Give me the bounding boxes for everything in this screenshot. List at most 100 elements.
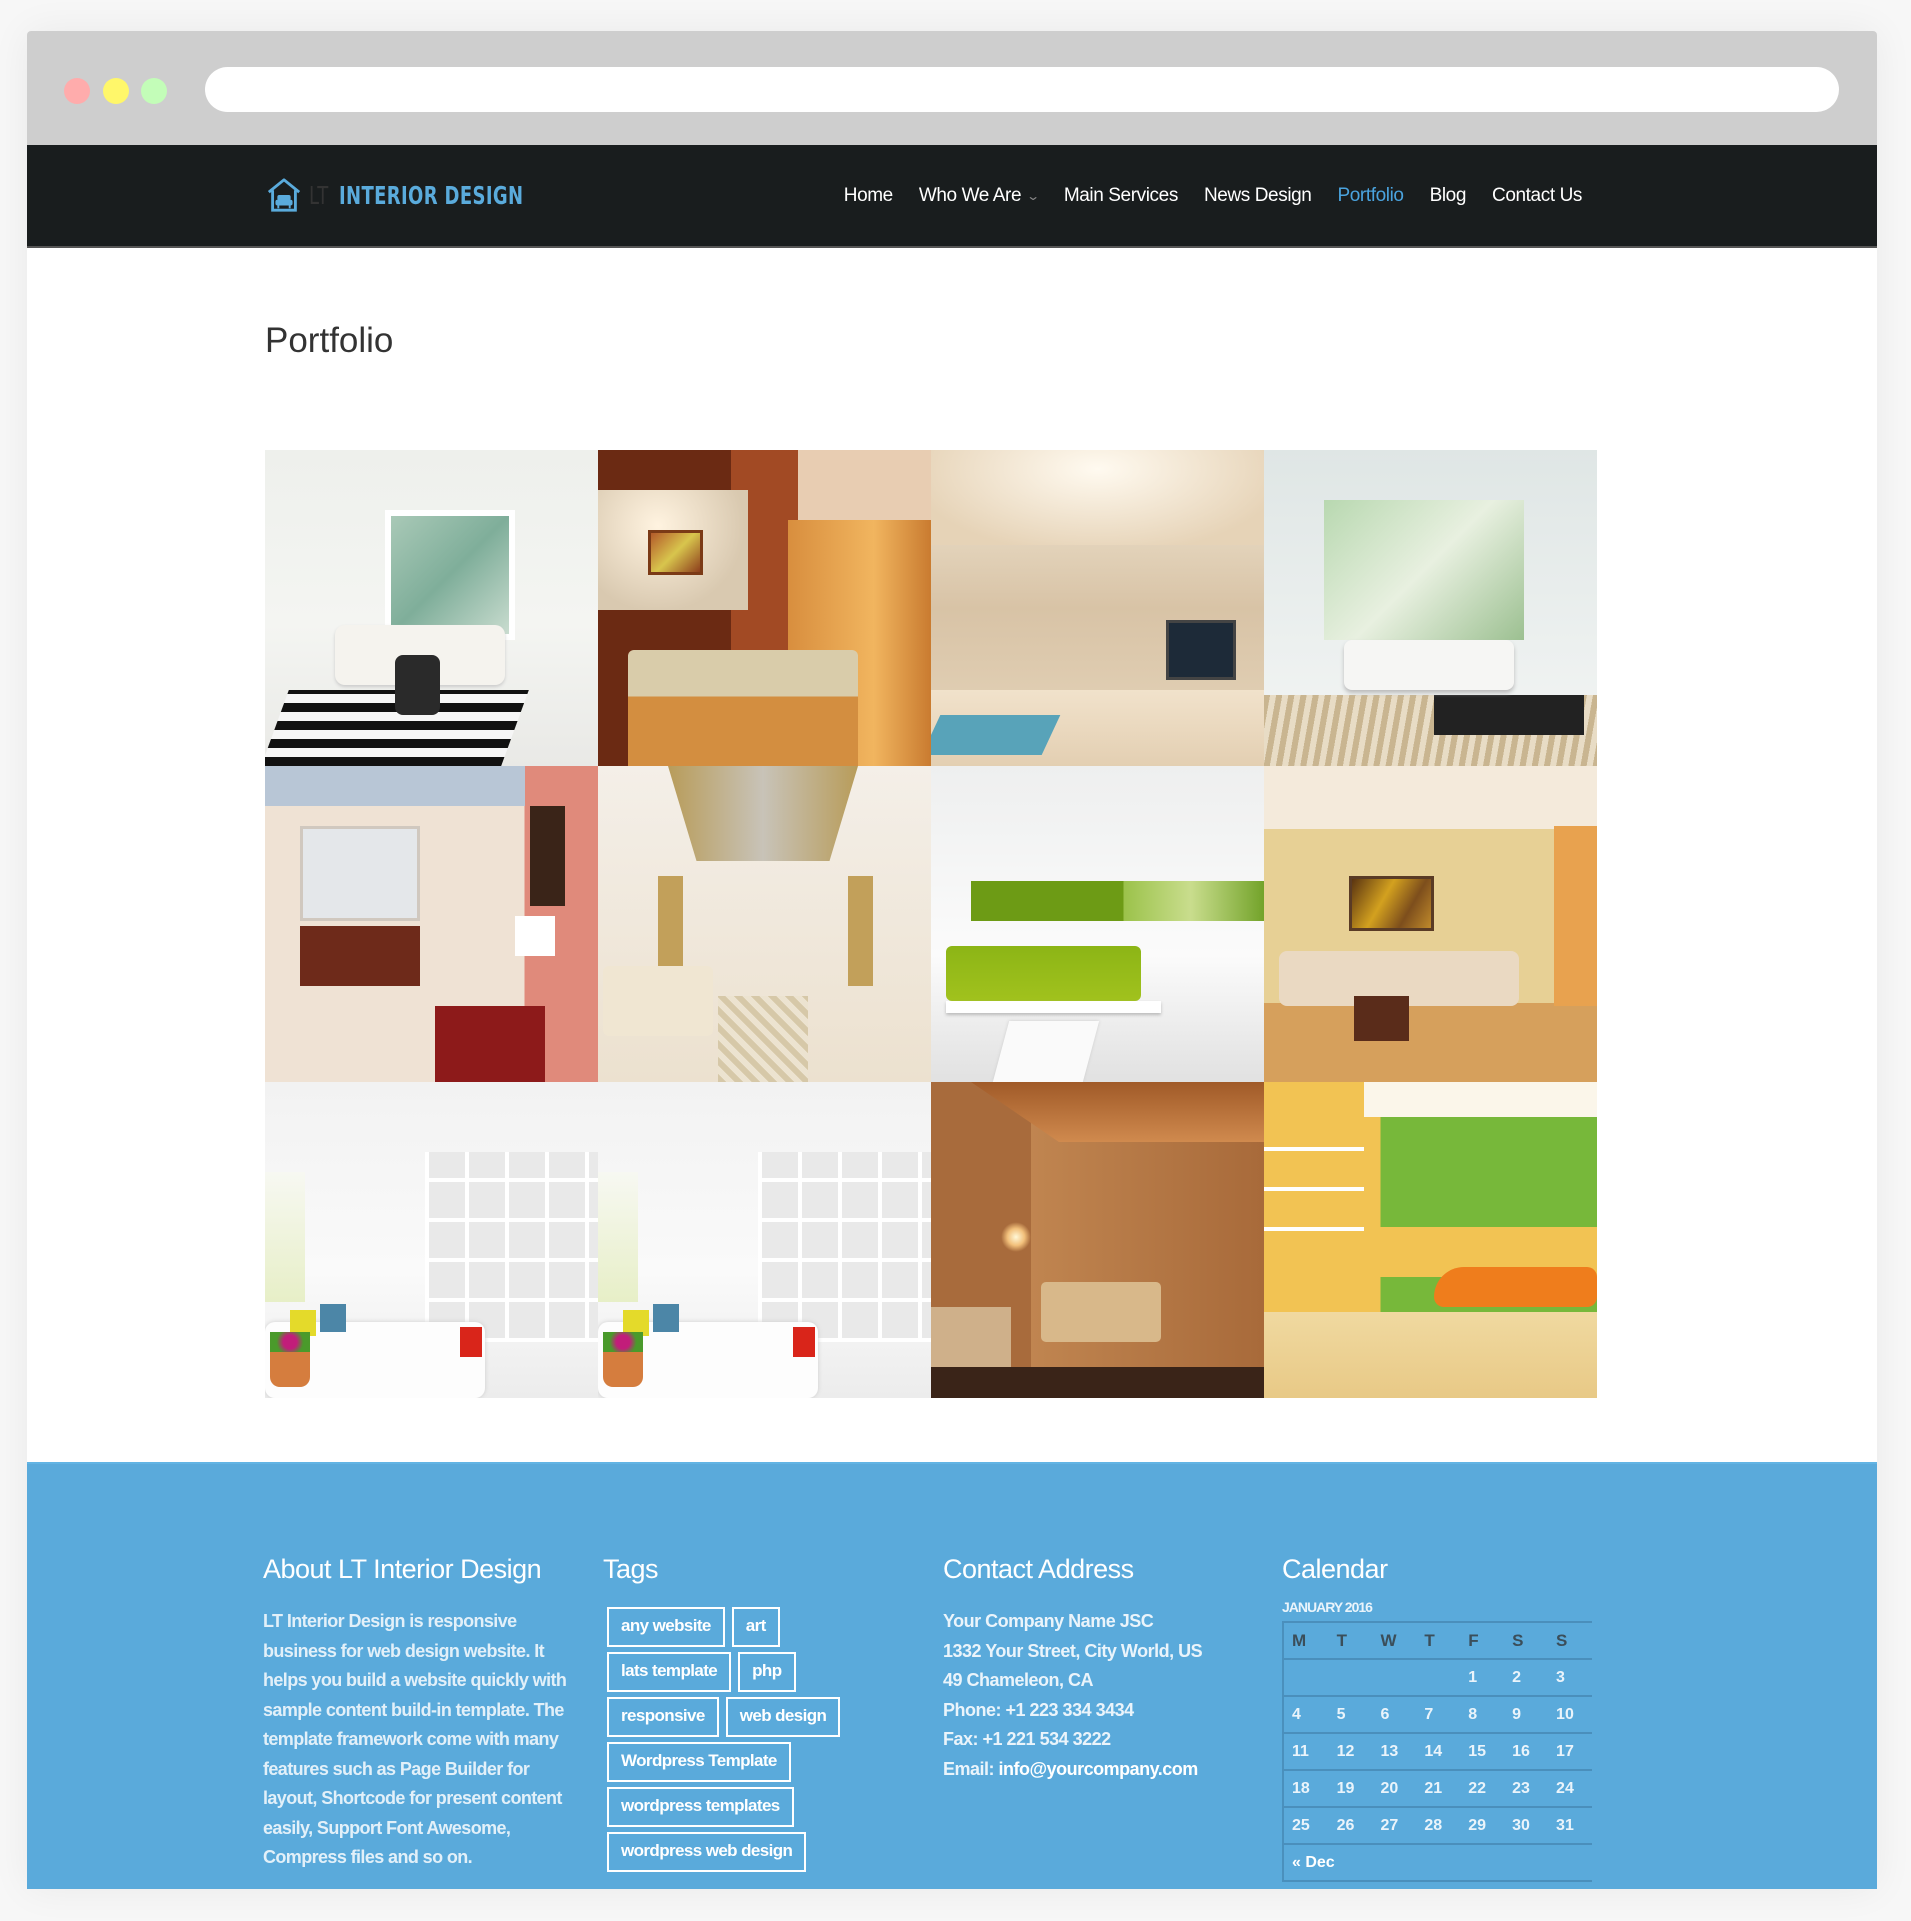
tag-link[interactable]: php xyxy=(738,1652,796,1692)
portfolio-gallery xyxy=(265,450,1597,1398)
portfolio-item[interactable] xyxy=(265,450,598,766)
portfolio-item[interactable] xyxy=(598,450,931,766)
site-header: LT INTERIOR DESIGN Home Who We Are ⌄ Main… xyxy=(27,145,1877,248)
contact-phone: Phone: +1 223 334 3434 xyxy=(943,1699,1134,1720)
calendar-table: M T W T F S S 1 2 3 4 5 6 7 8 9 10 11 12 13 14 15 16 17 1… xyxy=(1282,1621,1592,1882)
tag-link[interactable]: lats template xyxy=(607,1652,732,1692)
calendar-week: 25 26 27 28 29 30 31 xyxy=(1283,1807,1592,1845)
calendar-day: 17 xyxy=(1548,1733,1592,1771)
main-nav: Home Who We Are ⌄ Main Services News Desi… xyxy=(818,145,1583,246)
weekday-header: M xyxy=(1283,1621,1329,1660)
portfolio-item[interactable] xyxy=(931,766,1264,1082)
calendar-day: 3 xyxy=(1548,1659,1592,1697)
calendar-prev-month-link[interactable]: « Dec xyxy=(1292,1854,1335,1871)
nav-blog[interactable]: Blog xyxy=(1429,184,1467,207)
calendar-day xyxy=(1328,1659,1373,1697)
tag-link[interactable]: web design xyxy=(725,1697,841,1737)
nav-contact-us[interactable]: Contact Us xyxy=(1492,185,1582,207)
calendar-day: 9 xyxy=(1504,1696,1549,1734)
footer-calendar: Calendar JANUARY 2016 M T W T F S S 1234… xyxy=(1282,1554,1597,1882)
footer-about: About LT Interior Design LT Interior Des… xyxy=(263,1554,573,1873)
calendar-day: 1 xyxy=(1460,1659,1505,1697)
nav-who-we-are[interactable]: Who We Are ⌄ xyxy=(918,184,1040,207)
portfolio-item[interactable] xyxy=(931,450,1264,766)
portfolio-item[interactable] xyxy=(1264,766,1597,1082)
footer-contact: Contact Address Your Company Name JSC 13… xyxy=(943,1554,1263,1784)
portfolio-item[interactable] xyxy=(931,1082,1264,1398)
calendar-body: 1 2 3 4 5 6 7 8 9 10 11 12 13 14 15 16 17 18 19 20 21 22 23 24 2… xyxy=(1283,1659,1592,1845)
tag-link[interactable]: art xyxy=(731,1607,780,1647)
tag-link[interactable]: wordpress web design xyxy=(607,1832,807,1872)
calendar-day: 25 xyxy=(1283,1807,1329,1845)
calendar-week: 4 5 6 7 8 9 10 xyxy=(1283,1696,1592,1734)
portfolio-item[interactable] xyxy=(1264,450,1597,766)
nav-blog-label: Blog xyxy=(1429,184,1467,206)
portfolio-item[interactable] xyxy=(598,766,931,1082)
portfolio-item[interactable] xyxy=(598,1082,931,1398)
maximize-window-button[interactable] xyxy=(141,78,167,104)
portfolio-item[interactable] xyxy=(265,1082,598,1398)
contact-city: 49 Chameleon, CA xyxy=(943,1670,1094,1690)
browser-window: LT INTERIOR DESIGN Home Who We Are ⌄ Main… xyxy=(27,31,1877,1889)
weekday-header: S xyxy=(1504,1621,1549,1660)
nav-who-we-are-label: Who We Are xyxy=(918,184,1022,206)
contact-company: Your Company Name JSC xyxy=(943,1611,1154,1631)
tag-link[interactable]: wordpress templates xyxy=(607,1787,794,1827)
portfolio-item[interactable] xyxy=(265,766,598,1082)
email-link[interactable]: info@yourcompany.com xyxy=(999,1759,1199,1779)
tag-cloud: any website art lats template php respon… xyxy=(607,1607,877,1872)
calendar-caption: JANUARY 2016 xyxy=(1282,1599,1373,1615)
nav-portfolio[interactable]: Portfolio xyxy=(1337,184,1404,207)
nav-home-label: Home xyxy=(843,184,893,206)
calendar-day: 8 xyxy=(1460,1696,1505,1734)
calendar-day: 4 xyxy=(1283,1696,1329,1734)
nav-home[interactable]: Home xyxy=(844,185,893,207)
calendar-week: 11 12 13 14 15 16 17 xyxy=(1283,1733,1592,1771)
minimize-window-button[interactable] xyxy=(103,78,129,104)
calendar-day: 10 xyxy=(1548,1696,1592,1734)
house-armchair-icon xyxy=(267,178,301,212)
portfolio-item[interactable] xyxy=(1264,1082,1597,1398)
calendar-day: 5 xyxy=(1328,1696,1373,1734)
calendar-day: 11 xyxy=(1283,1733,1329,1771)
calendar-day: 16 xyxy=(1504,1733,1549,1771)
calendar-day xyxy=(1372,1659,1417,1697)
chevron-down-icon: ⌄ xyxy=(1026,188,1040,203)
calendar-day: 12 xyxy=(1328,1733,1373,1771)
weekday-header: T xyxy=(1328,1621,1373,1660)
calendar-day: 6 xyxy=(1372,1696,1417,1734)
weekday-header: S xyxy=(1548,1621,1592,1660)
site-footer: About LT Interior Design LT Interior Des… xyxy=(27,1462,1877,1889)
calendar-week: 18 19 20 21 22 23 24 xyxy=(1283,1770,1592,1808)
close-window-button[interactable] xyxy=(64,78,90,104)
nav-main-services[interactable]: Main Services xyxy=(1063,184,1179,207)
nav-news-design[interactable]: News Design xyxy=(1204,185,1312,207)
contact-heading: Contact Address xyxy=(943,1554,1134,1584)
calendar-day: 28 xyxy=(1416,1807,1461,1845)
contact-fax: Fax: +1 221 534 3222 xyxy=(943,1729,1111,1749)
calendar-day: 13 xyxy=(1372,1733,1417,1771)
calendar-day: 22 xyxy=(1460,1770,1505,1808)
calendar-day: 27 xyxy=(1372,1807,1417,1845)
calendar-day: 24 xyxy=(1548,1770,1592,1808)
tag-link[interactable]: responsive xyxy=(607,1697,719,1737)
tag-link[interactable]: Wordpress Template xyxy=(607,1742,791,1782)
calendar-day: 15 xyxy=(1460,1733,1505,1771)
nav-portfolio-label: Portfolio xyxy=(1337,184,1404,206)
nav-main-services-label: Main Services xyxy=(1063,184,1179,206)
footer-tags: Tags any website art lats template php r… xyxy=(603,1554,903,1872)
calendar-day: 18 xyxy=(1283,1770,1329,1808)
address-bar[interactable] xyxy=(205,67,1839,112)
contact-street: 1332 Your Street, City World, US xyxy=(943,1640,1203,1661)
calendar-heading: Calendar xyxy=(1282,1554,1388,1584)
calendar-day: 7 xyxy=(1416,1696,1461,1734)
tag-link[interactable]: any website xyxy=(607,1607,725,1647)
page-title: Portfolio xyxy=(265,321,394,360)
about-text: LT Interior Design is responsive busines… xyxy=(263,1611,567,1867)
calendar-day: 19 xyxy=(1328,1770,1373,1808)
calendar-day: 21 xyxy=(1416,1770,1461,1808)
calendar-day: 30 xyxy=(1504,1807,1549,1845)
logo-text: INTERIOR DESIGN xyxy=(339,180,524,210)
weekday-header: F xyxy=(1460,1621,1505,1660)
site-logo[interactable]: LT INTERIOR DESIGN xyxy=(265,175,595,215)
